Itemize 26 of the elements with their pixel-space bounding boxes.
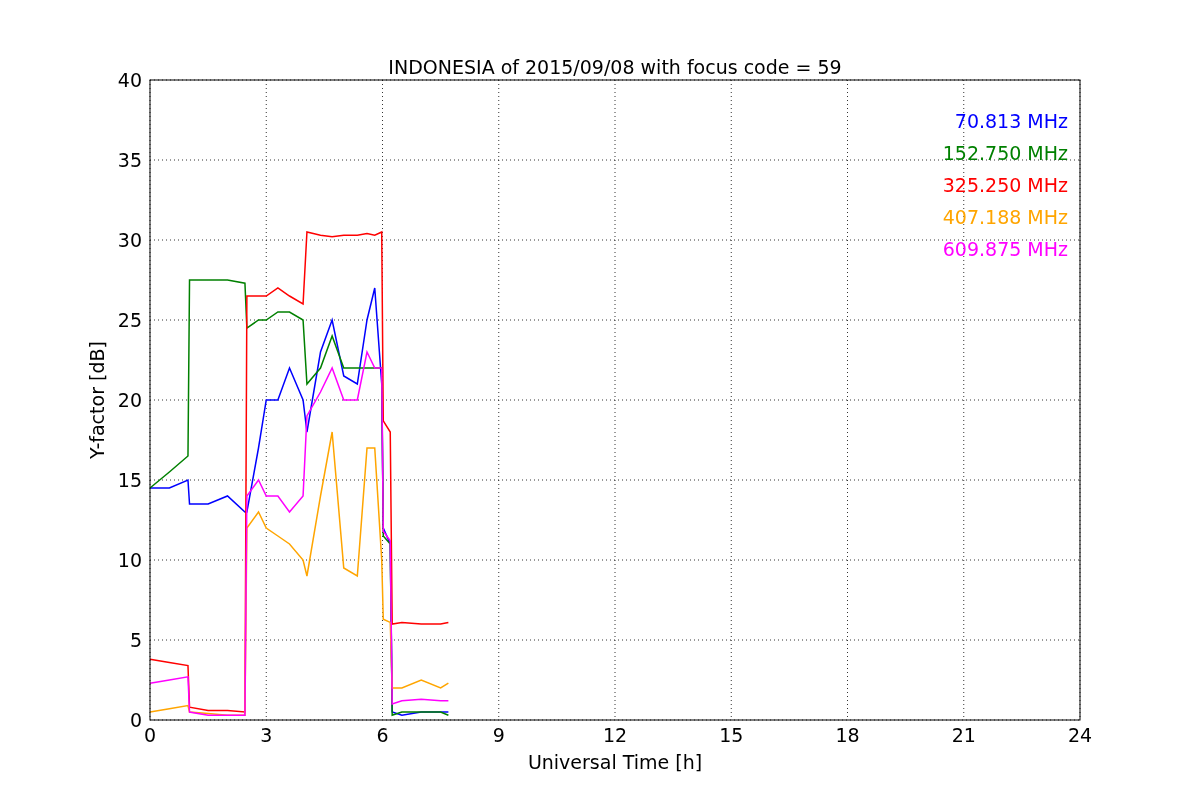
y-tick-label: 10 <box>117 549 142 571</box>
x-tick-label: 6 <box>376 724 389 746</box>
x-tick-label: 18 <box>835 724 860 746</box>
y-axis-label: Y-factor [dB] <box>86 341 108 459</box>
y-tick-label: 0 <box>129 709 142 731</box>
y-tick-label: 15 <box>117 469 142 491</box>
x-tick-label: 9 <box>492 724 505 746</box>
x-tick-label: 21 <box>951 724 976 746</box>
legend-label: 407.188 MHz <box>942 206 1068 228</box>
legend-label: 152.750 MHz <box>942 142 1068 164</box>
chart-title: INDONESIA of 2015/09/08 with focus code = 59 <box>388 56 842 78</box>
legend-label: 609.875 MHz <box>942 238 1068 260</box>
x-tick-label: 15 <box>719 724 744 746</box>
y-tick-label: 35 <box>117 149 142 171</box>
legend-label: 325.250 MHz <box>942 174 1068 196</box>
y-tick-label: 20 <box>117 389 142 411</box>
y-tick-label: 5 <box>129 629 142 651</box>
y-tick-label: 30 <box>117 229 142 251</box>
y-tick-label: 25 <box>117 309 142 331</box>
x-tick-label: 3 <box>260 724 273 746</box>
x-axis-label: Universal Time [h] <box>527 751 703 773</box>
x-tick-label: 0 <box>143 724 157 746</box>
y-tick-label: 40 <box>117 69 142 91</box>
x-tick-label: 24 <box>1067 724 1093 746</box>
legend-label: 70.813 MHz <box>954 110 1068 132</box>
x-tick-label: 12 <box>602 724 628 746</box>
